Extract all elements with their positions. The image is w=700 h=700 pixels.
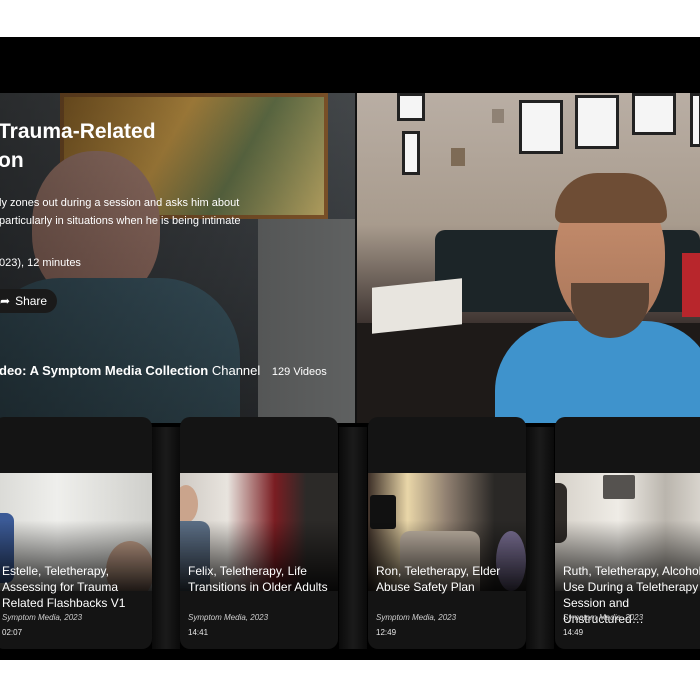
share-button[interactable]: ➦ Share — [0, 289, 58, 313]
wall-frame — [397, 93, 425, 121]
share-label: Share — [15, 294, 48, 308]
pillow — [682, 253, 700, 317]
card-title: Ron, Teletherapy, Elder Abuse Safety Pla… — [376, 564, 501, 594]
wall-frame — [402, 131, 420, 175]
wall-frame — [632, 93, 676, 135]
wall-frame — [519, 100, 563, 154]
card-source: Symptom Media, 2023 — [563, 613, 644, 622]
card-spacer — [339, 427, 367, 649]
card-title: Felix, Teletherapy, Life Transitions in … — [188, 564, 328, 594]
share-icon: ➦ — [0, 294, 11, 308]
card-duration: 12:49 — [376, 628, 397, 637]
video-count: 129 Videos — [271, 366, 327, 378]
card-spacer — [152, 427, 180, 649]
card-source: Symptom Media, 2023 — [376, 613, 457, 622]
hero-video[interactable]: Trauma-Related on ly zones out during a … — [0, 93, 700, 423]
person-body — [495, 321, 700, 423]
wall-frame — [690, 93, 700, 147]
hero-meta: 023), 12 minutes — [0, 257, 81, 269]
channel-suffix: Channel — [211, 363, 261, 378]
person-hair — [555, 173, 667, 223]
wall-outlet — [492, 109, 504, 123]
video-panel-right — [357, 93, 700, 423]
card-duration: 14:49 — [563, 628, 584, 637]
card-duration: 02:07 — [2, 628, 23, 637]
video-browser-frame: Trauma-Related on ly zones out during a … — [0, 37, 700, 660]
wall-frame — [575, 95, 619, 149]
card-spacer — [526, 427, 554, 649]
books — [372, 278, 462, 334]
card-title: Estelle, Teletherapy, Assessing for Trau… — [2, 564, 126, 610]
video-card[interactable]: Estelle, Teletherapy, Assessing for Trau… — [0, 417, 152, 649]
hero-title: Trauma-Related on — [0, 120, 156, 172]
wall-outlet — [451, 148, 465, 166]
video-card[interactable]: Ron, Teletherapy, Elder Abuse Safety Pla… — [368, 417, 526, 649]
card-duration: 14:41 — [188, 628, 209, 637]
video-card[interactable]: Felix, Teletherapy, Life Transitions in … — [180, 417, 338, 649]
card-source: Symptom Media, 2023 — [2, 613, 83, 622]
video-card[interactable]: Ruth, Teletherapy, Alcohol Use During a … — [555, 417, 700, 649]
channel-name: deo: A Symptom Media Collection — [0, 363, 209, 378]
card-source: Symptom Media, 2023 — [188, 613, 269, 622]
hero-description: ly zones out during a session and asks h… — [0, 197, 241, 227]
channel-link[interactable]: deo: A Symptom Media Collection Channel … — [0, 363, 327, 378]
